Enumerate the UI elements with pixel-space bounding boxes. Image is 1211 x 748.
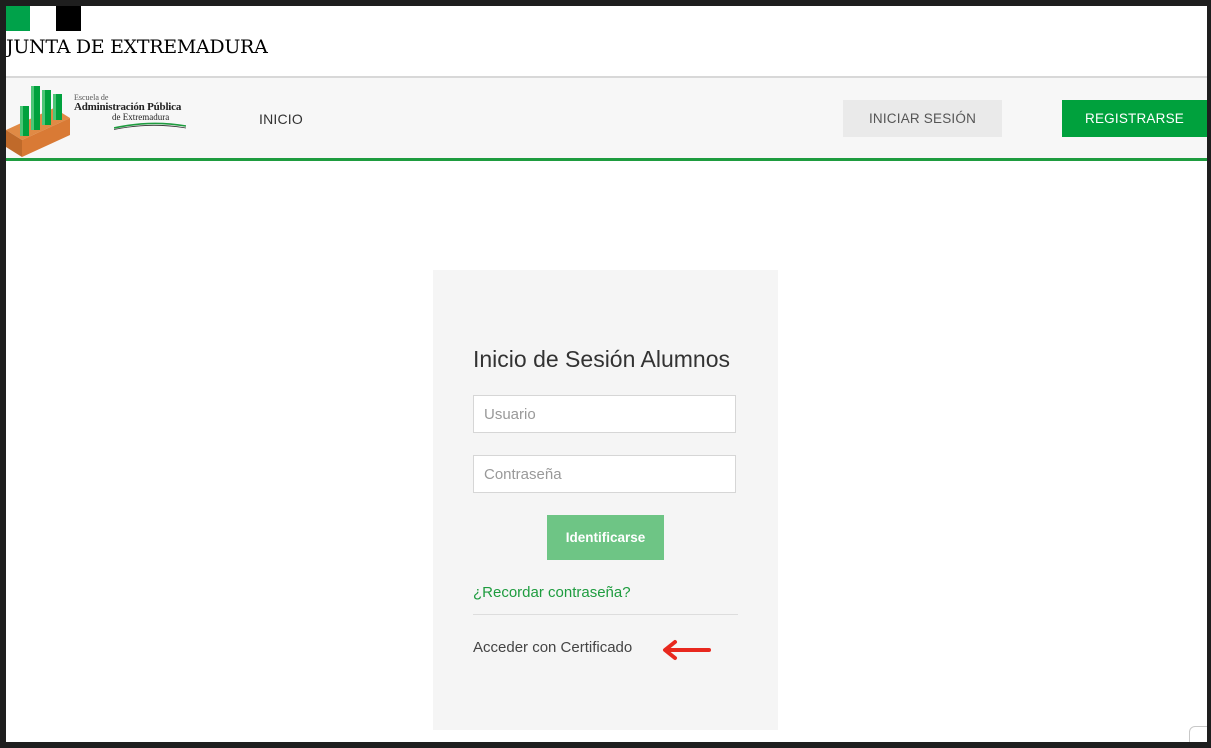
login-card: Inicio de Sesión Alumnos Identificarse ¿…	[433, 270, 778, 730]
eap-logo[interactable]: Escuela de Administración Pública de Ext…	[6, 78, 191, 158]
flag-green-stripe	[6, 6, 30, 31]
identify-button[interactable]: Identificarse	[547, 515, 664, 560]
nav-home-link[interactable]: INICIO	[259, 111, 303, 127]
junta-title: JUNTA DE EXTREMADURA	[6, 36, 268, 58]
certificate-login-link[interactable]: Acceder con Certificado	[473, 639, 632, 656]
scroll-corner-widget	[1189, 726, 1207, 742]
username-input[interactable]	[473, 395, 736, 433]
top-navbar: Escuela de Administración Pública de Ext…	[6, 76, 1207, 161]
flag-black-stripe	[56, 6, 81, 31]
login-button[interactable]: INICIAR SESIÓN	[843, 100, 1002, 137]
password-input[interactable]	[473, 455, 736, 493]
logo-swoosh-icon	[114, 122, 186, 130]
arrow-left-icon	[663, 640, 711, 660]
register-button[interactable]: REGISTRARSE	[1062, 100, 1207, 137]
login-title: Inicio de Sesión Alumnos	[473, 346, 730, 372]
forgot-password-link[interactable]: ¿Recordar contraseña?	[473, 584, 631, 601]
eap-logo-icon	[6, 86, 70, 157]
logo-text: Escuela de Administración Pública de Ext…	[74, 94, 186, 130]
card-divider	[473, 614, 738, 615]
browser-viewport: JUNTA DE EXTREMADURA Escuela de Administ…	[6, 6, 1207, 742]
logo-line-3: de Extremadura	[112, 112, 170, 122]
